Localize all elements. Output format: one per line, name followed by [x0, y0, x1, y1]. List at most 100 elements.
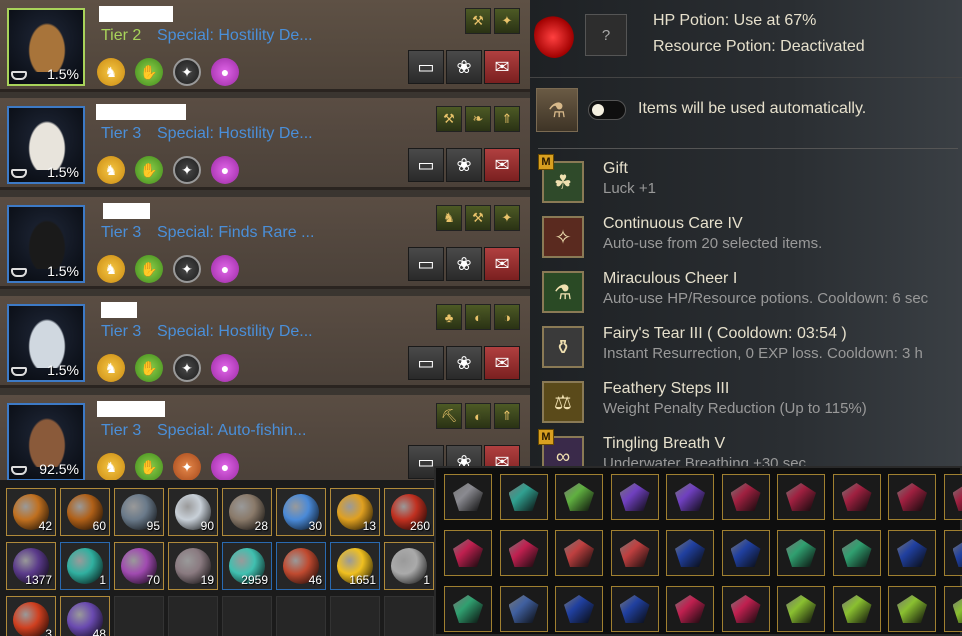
white-trait-icon[interactable]: ✦	[173, 156, 201, 184]
gem-slot[interactable]	[555, 474, 603, 520]
pet-skill-icon[interactable]: ✦	[494, 8, 520, 34]
gem-slot[interactable]	[777, 474, 825, 520]
green-trait-icon[interactable]: ✋	[135, 156, 163, 184]
pet-info-button[interactable]: ❀	[446, 50, 482, 84]
skill-item[interactable]: ⚗ Miraculous Cheer I Auto-use HP/Resource …	[530, 268, 962, 322]
gem-slot[interactable]	[832, 586, 881, 632]
feed-button[interactable]: ▭	[408, 247, 444, 281]
gem-slot[interactable]	[610, 474, 659, 520]
hp-potion-icon[interactable]	[534, 12, 576, 58]
pet-portrait[interactable]: 1.5%	[7, 8, 85, 86]
yellow-trait-icon[interactable]: ♞	[97, 156, 125, 184]
gem-slot[interactable]	[832, 530, 881, 576]
green-trait-icon[interactable]: ✋	[135, 354, 163, 382]
pet-skill-icon[interactable]: ❧	[465, 106, 491, 132]
orange-trait-icon[interactable]: ✦	[173, 453, 201, 480]
yellow-trait-icon[interactable]: ♞	[97, 453, 125, 480]
gem-slot[interactable]	[666, 530, 714, 576]
pet-skill-icon[interactable]: ◑	[494, 304, 520, 330]
green-trait-icon[interactable]: ✋	[135, 453, 163, 480]
gem-slot[interactable]	[555, 586, 603, 632]
pet-row[interactable]: 1.5% Tier 2 Special: Hostility De... ♞ ✋ ✦ ● ⚒ ✦…	[0, 0, 530, 92]
pink-trait-icon[interactable]: ●	[211, 58, 239, 86]
inventory-item[interactable]: 1	[384, 542, 434, 590]
pet-portrait[interactable]: 1.5%	[7, 205, 85, 283]
gem-slot[interactable]	[721, 474, 770, 520]
gem-slot[interactable]	[721, 586, 770, 632]
pink-trait-icon[interactable]: ●	[211, 354, 239, 382]
pet-skill-icon[interactable]: ⇑	[494, 403, 520, 429]
empty-slot[interactable]	[384, 596, 434, 636]
pet-skill-icon[interactable]: ✦	[494, 205, 520, 231]
inventory-item[interactable]: 13	[330, 488, 380, 536]
feed-button[interactable]: ▭	[408, 148, 444, 182]
inventory-item[interactable]: 46	[276, 542, 326, 590]
seal-pet-button[interactable]: ✉	[484, 247, 520, 281]
gem-slot[interactable]	[499, 530, 548, 576]
pet-skill-icon[interactable]: ⛏	[436, 403, 462, 429]
resource-potion-slot[interactable]: ?	[585, 14, 627, 56]
green-trait-icon[interactable]: ✋	[135, 255, 163, 283]
white-trait-icon[interactable]: ✦	[173, 354, 201, 382]
pink-trait-icon[interactable]: ●	[211, 453, 239, 480]
gem-slot[interactable]	[888, 474, 936, 520]
skill-item[interactable]: ⚱ Fairy's Tear III ( Cooldown: 03:54 ) Ins…	[530, 323, 962, 377]
gem-slot[interactable]	[666, 474, 714, 520]
yellow-trait-icon[interactable]: ♞	[97, 354, 125, 382]
gem-slot[interactable]	[888, 586, 936, 632]
gem-slot[interactable]	[499, 586, 548, 632]
gem-slot[interactable]	[444, 586, 492, 632]
empty-slot[interactable]	[276, 596, 326, 636]
gem-slot[interactable]	[721, 530, 770, 576]
inventory-item[interactable]: 260	[384, 488, 434, 536]
empty-slot[interactable]	[114, 596, 164, 636]
seal-pet-button[interactable]: ✉	[484, 50, 520, 84]
skill-item[interactable]: M ☘ Gift Luck +1	[530, 154, 962, 212]
inventory-item[interactable]: 1377	[6, 542, 56, 590]
pink-trait-icon[interactable]: ●	[211, 156, 239, 184]
inventory-item[interactable]: 48	[60, 596, 110, 636]
gem-slot[interactable]	[444, 474, 492, 520]
pet-portrait[interactable]: 92.5%	[7, 403, 85, 480]
empty-slot[interactable]	[330, 596, 380, 636]
gem-slot[interactable]	[943, 474, 962, 520]
gem-slot[interactable]	[555, 530, 603, 576]
yellow-trait-icon[interactable]: ♞	[97, 255, 125, 283]
inventory-item[interactable]: 19	[168, 542, 218, 590]
inventory-item[interactable]: 3	[6, 596, 56, 636]
gem-slot[interactable]	[943, 530, 962, 576]
pet-info-button[interactable]: ❀	[446, 148, 482, 182]
pet-skill-icon[interactable]: ⚒	[465, 8, 491, 34]
gem-slot[interactable]	[610, 530, 659, 576]
inventory-item[interactable]: 30	[276, 488, 326, 536]
inventory-item[interactable]: 1	[60, 542, 110, 590]
pet-info-button[interactable]: ❀	[446, 247, 482, 281]
pet-row[interactable]: 1.5% Tier 3 Special: Hostility De... ♞ ✋ ✦ ● ♣ ◐…	[0, 296, 530, 388]
pet-skill-icon[interactable]: ◐	[465, 304, 491, 330]
gem-slot[interactable]	[610, 586, 659, 632]
gem-slot[interactable]	[777, 586, 825, 632]
skill-item[interactable]: ⚖ Feathery Steps III Weight Penalty Reduct…	[530, 378, 962, 432]
white-trait-icon[interactable]: ✦	[173, 58, 201, 86]
inventory-item[interactable]: 70	[114, 542, 164, 590]
inventory-item[interactable]: 60	[60, 488, 110, 536]
pet-portrait[interactable]: 1.5%	[7, 106, 85, 184]
inventory-item[interactable]: 90	[168, 488, 218, 536]
green-trait-icon[interactable]: ✋	[135, 58, 163, 86]
auto-use-toggle[interactable]	[588, 100, 626, 120]
skill-item[interactable]: ✧ Continuous Care IV Auto-use from 20 sele…	[530, 213, 962, 267]
gem-slot[interactable]	[888, 530, 936, 576]
gem-slot[interactable]	[832, 474, 881, 520]
inventory-item[interactable]: 1651	[330, 542, 380, 590]
pet-skill-icon[interactable]: ◐	[465, 403, 491, 429]
inventory-item[interactable]: 2959	[222, 542, 272, 590]
gem-slot[interactable]	[943, 586, 962, 632]
feed-button[interactable]: ▭	[408, 50, 444, 84]
empty-slot[interactable]	[222, 596, 272, 636]
pet-portrait[interactable]: 1.5%	[7, 304, 85, 382]
gem-slot[interactable]	[777, 530, 825, 576]
inventory-item[interactable]: 28	[222, 488, 272, 536]
inventory-item[interactable]: 42	[6, 488, 56, 536]
skill-item[interactable]: M ∞ Tingling Breath V Underwater Breathing …	[530, 429, 962, 470]
yellow-trait-icon[interactable]: ♞	[97, 58, 125, 86]
